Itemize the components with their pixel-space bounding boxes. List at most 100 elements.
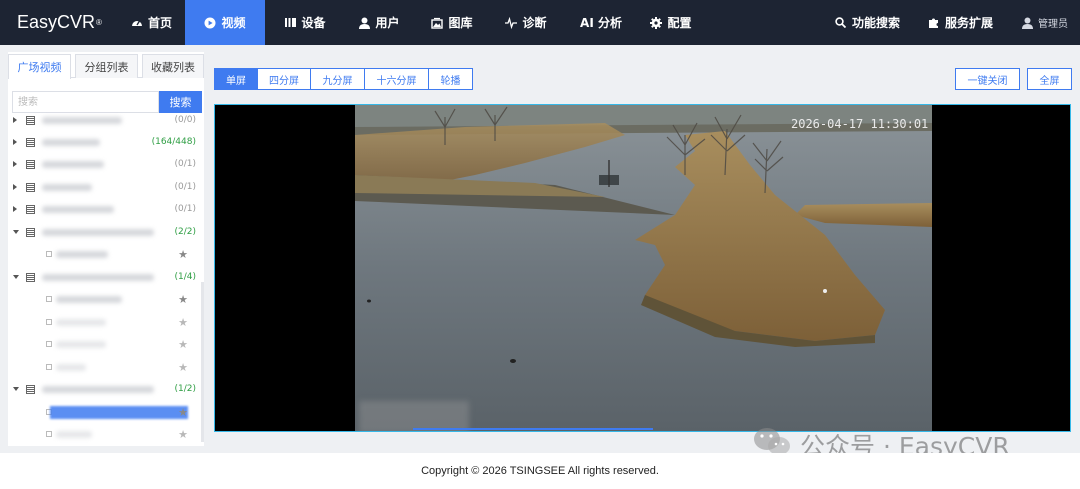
server-icon	[26, 159, 35, 169]
group-name-redacted	[42, 273, 154, 281]
tree-group[interactable]: (0/1)	[8, 176, 204, 198]
selected-channel-highlight	[50, 406, 188, 419]
tree-channel-selected[interactable]: ★	[8, 401, 204, 423]
group-name-redacted	[42, 160, 104, 168]
expand-arrow-icon[interactable]	[13, 139, 17, 145]
server-icon	[26, 384, 35, 394]
nav-label: 设备	[301, 16, 326, 30]
close-all-button[interactable]: 一键关闭	[955, 68, 1020, 90]
video-scene	[355, 105, 932, 431]
tree-group[interactable]: (0/1)	[8, 198, 204, 220]
nav-item-home[interactable]: 首页	[118, 0, 185, 45]
collapse-arrow-icon[interactable]	[13, 387, 19, 391]
tab-favorite-list[interactable]: 收藏列表	[142, 54, 204, 78]
star-icon[interactable]: ★	[178, 316, 188, 329]
channel-count: (0/1)	[174, 204, 196, 214]
nav-item-video[interactable]: 视频	[185, 0, 265, 45]
device-tree: (0/0) (164/448) (0/1) (0/1) (0/1) (2/2) …	[8, 112, 204, 446]
sidebar-search: 搜索	[12, 91, 204, 113]
channel-count: (1/2)	[174, 384, 196, 394]
nav-item-user[interactable]: 用户	[345, 0, 413, 45]
play-circle-icon	[204, 17, 216, 29]
star-icon[interactable]: ★	[178, 338, 188, 351]
expand-arrow-icon[interactable]	[13, 161, 17, 167]
feature-search-button[interactable]: 功能搜索	[821, 0, 914, 45]
channel-name-redacted	[56, 430, 92, 438]
channel-name-redacted	[56, 363, 86, 371]
service-extension-button[interactable]: 服务扩展	[914, 0, 1007, 45]
search-button[interactable]: 搜索	[159, 91, 202, 113]
tree-group[interactable]: (164/448)	[8, 131, 204, 153]
star-icon[interactable]: ★	[178, 361, 188, 374]
nav-right: 功能搜索 服务扩展 管理员	[821, 0, 1080, 45]
search-icon	[835, 17, 847, 29]
dashboard-icon	[131, 17, 143, 29]
four-split-button[interactable]: 四分屏	[258, 68, 311, 90]
tree-group[interactable]: (0/0)	[8, 112, 204, 131]
channel-name-redacted	[56, 340, 106, 348]
osd-timestamp: 2026-04-17 11:30:01	[791, 117, 929, 131]
carousel-button[interactable]: 轮播	[429, 68, 473, 90]
nav-item-ai-analysis[interactable]: AI 分析	[561, 0, 641, 45]
server-icon	[26, 272, 35, 282]
expand-arrow-icon[interactable]	[13, 184, 17, 190]
tree-channel[interactable]: ★	[8, 243, 204, 265]
single-screen-button[interactable]: 单屏	[214, 68, 258, 90]
tree-channel[interactable]: ★	[8, 423, 204, 445]
search-input[interactable]	[12, 91, 159, 113]
collapse-arrow-icon[interactable]	[13, 275, 19, 279]
tree-group[interactable]: (2/2)	[8, 221, 204, 243]
nav-label: 视频	[221, 16, 246, 30]
group-name-redacted	[42, 116, 122, 124]
tree-group[interactable]: (0/1)	[8, 153, 204, 175]
nav-label: 首页	[147, 16, 172, 30]
nav-item-gallery[interactable]: 图库	[413, 0, 491, 45]
admin-menu[interactable]: 管理员	[1007, 0, 1080, 45]
device-tree-panel: 广场视频 分组列表 收藏列表 搜索 (0/0) (164/448) (0/1)	[8, 52, 204, 446]
tree-channel[interactable]: ★	[8, 356, 204, 378]
tab-group-list[interactable]: 分组列表	[75, 54, 138, 78]
star-icon[interactable]: ★	[178, 406, 188, 419]
group-name-redacted	[42, 183, 92, 191]
camera-icon	[46, 251, 52, 257]
channel-count: (0/0)	[174, 115, 196, 125]
camera-icon	[46, 341, 52, 347]
tab-square-video[interactable]: 广场视频	[8, 54, 71, 79]
device-icon	[284, 17, 296, 29]
nav-label: AI 分析	[580, 16, 622, 30]
channel-count: (0/1)	[174, 182, 196, 192]
tree-group[interactable]: (1/4)	[8, 266, 204, 288]
star-icon[interactable]: ★	[178, 248, 188, 261]
nav-item-config[interactable]: 配置	[641, 0, 701, 45]
nine-split-button[interactable]: 九分屏	[311, 68, 365, 90]
server-icon	[26, 182, 35, 192]
pulse-icon	[505, 16, 518, 29]
fullscreen-button[interactable]: 全屏	[1027, 68, 1072, 90]
avatar-icon	[1021, 17, 1033, 29]
nav-label: 图库	[448, 16, 473, 30]
tree-channel[interactable]: ★	[8, 311, 204, 333]
nav-item-diagnosis[interactable]: 诊断	[491, 0, 561, 45]
camera-video-frame: 2026-04-17 11:30:01	[355, 105, 932, 431]
camera-icon	[46, 319, 52, 325]
expand-arrow-icon[interactable]	[13, 206, 17, 212]
tree-group[interactable]: (1/2)	[8, 378, 204, 400]
server-icon	[26, 204, 35, 214]
video-player[interactable]: 2026-04-17 11:30:01	[214, 104, 1071, 432]
tree-channel[interactable]: ★	[8, 333, 204, 355]
sixteen-split-button[interactable]: 十六分屏	[365, 68, 429, 90]
channel-count: (0/1)	[174, 159, 196, 169]
channel-count: (164/448)	[151, 137, 196, 147]
user-icon	[358, 17, 370, 29]
expand-arrow-icon[interactable]	[13, 117, 17, 123]
puzzle-icon	[928, 17, 940, 29]
nav-item-device[interactable]: 设备	[265, 0, 345, 45]
star-icon[interactable]: ★	[178, 293, 188, 306]
camera-icon	[46, 364, 52, 370]
split-screen-toolbar: 单屏 四分屏 九分屏 十六分屏 轮播	[214, 68, 473, 90]
brand-logo[interactable]: EasyCVR ®	[0, 0, 118, 45]
sidebar-tabs: 广场视频 分组列表 收藏列表	[8, 52, 204, 79]
tree-channel[interactable]: ★	[8, 288, 204, 310]
collapse-arrow-icon[interactable]	[13, 230, 19, 234]
star-icon[interactable]: ★	[178, 428, 188, 441]
